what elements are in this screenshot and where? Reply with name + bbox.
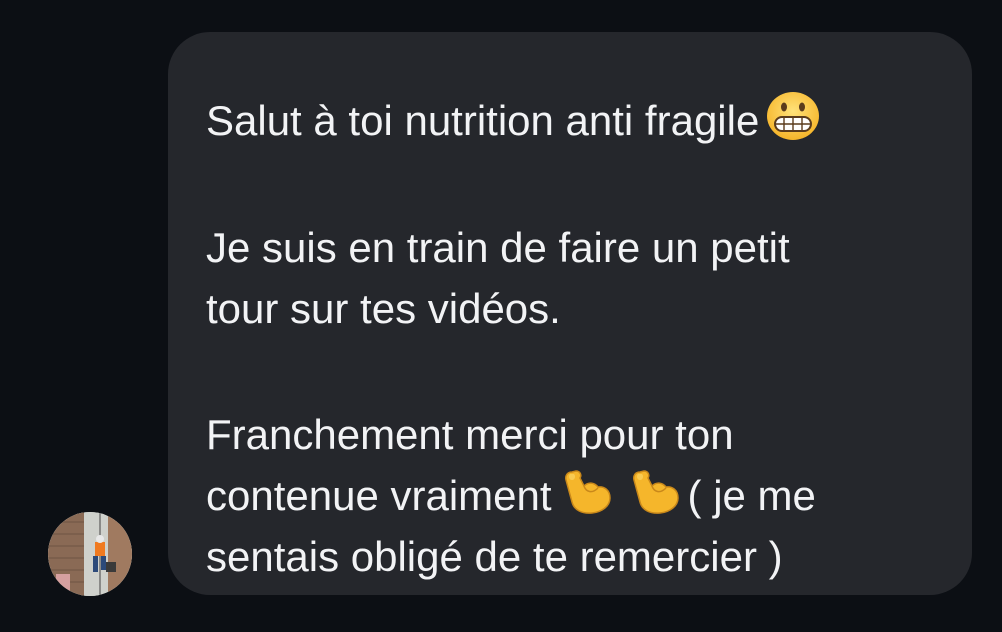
grimacing-face-emoji-icon	[765, 91, 821, 141]
message-line: Franchement merci pour ton	[206, 411, 734, 458]
message-line: Je suis en train de faire un petit	[206, 224, 790, 271]
message-line: contenue vraiment ( je me	[206, 465, 932, 526]
message-text: ( je me	[687, 472, 816, 519]
flexed-biceps-emoji-icon	[626, 468, 682, 516]
profile-photo	[48, 512, 132, 596]
message-line: tour sur tes vidéos.	[206, 285, 561, 332]
message-text: contenue vraiment	[206, 472, 552, 519]
sender-avatar[interactable]	[48, 512, 132, 596]
message-bubble[interactable]: Salut à toi nutrition anti fragile Je su…	[168, 32, 972, 595]
message-line: sentais obligé de te remercier )	[206, 533, 783, 580]
message-line: Salut à toi nutrition anti fragile	[206, 90, 932, 151]
message-text: Salut à toi nutrition anti fragile	[206, 97, 760, 144]
flexed-biceps-emoji-icon	[558, 468, 614, 516]
